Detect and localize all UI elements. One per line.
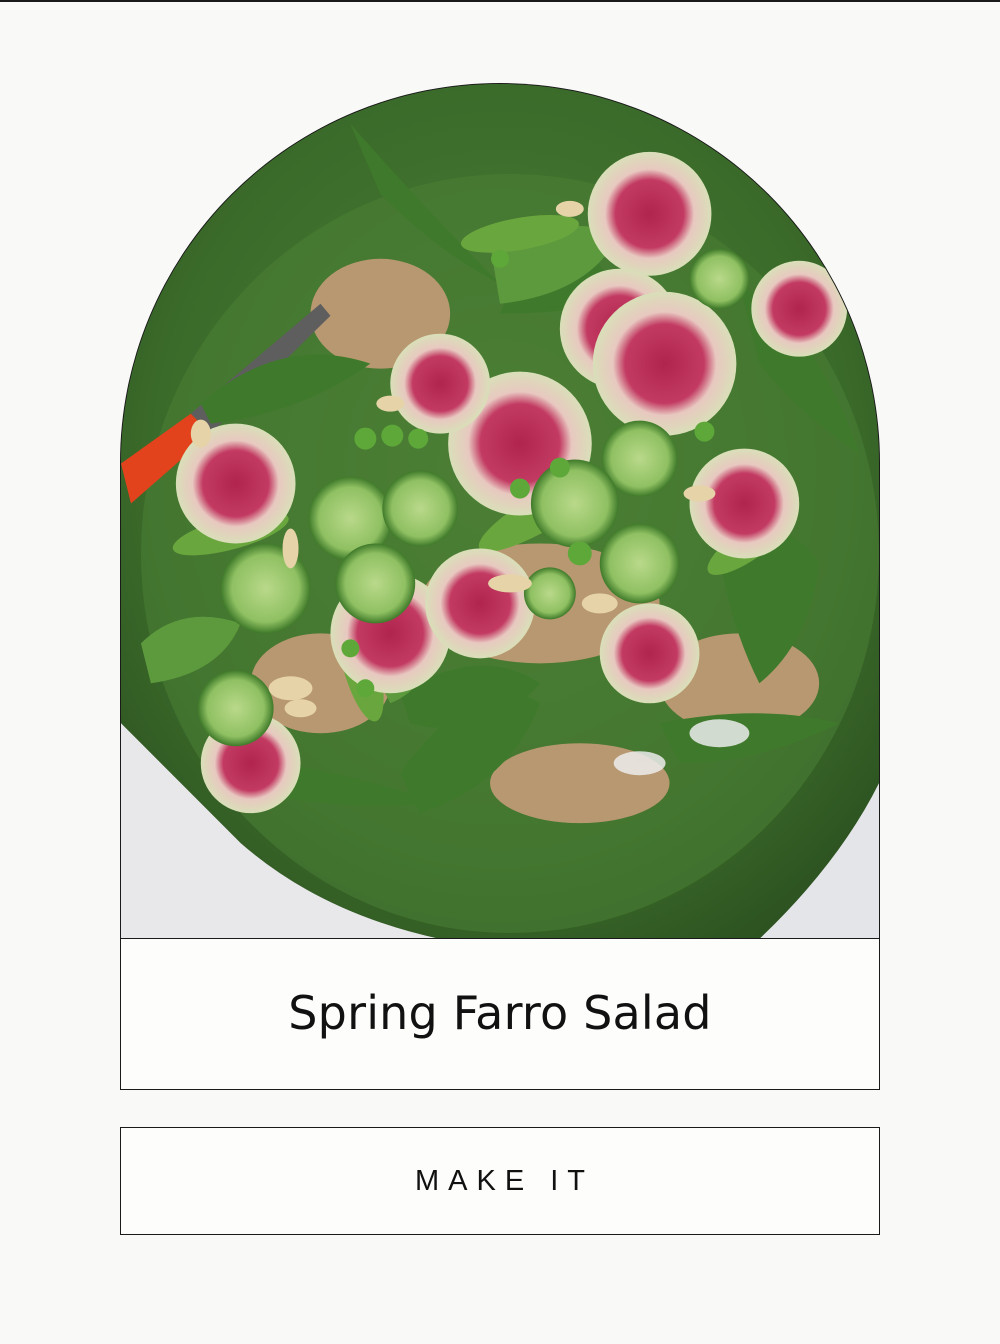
top-divider: [0, 0, 1000, 2]
salad-photo-icon: [121, 84, 879, 939]
recipe-photo[interactable]: [120, 83, 880, 939]
make-it-label: MAKE IT: [414, 1164, 594, 1197]
recipe-title: Spring Farro Salad: [288, 986, 712, 1040]
recipe-card[interactable]: Spring Farro Salad: [120, 83, 880, 1090]
recipe-title-box[interactable]: Spring Farro Salad: [120, 938, 880, 1090]
make-it-button[interactable]: MAKE IT: [120, 1127, 880, 1235]
